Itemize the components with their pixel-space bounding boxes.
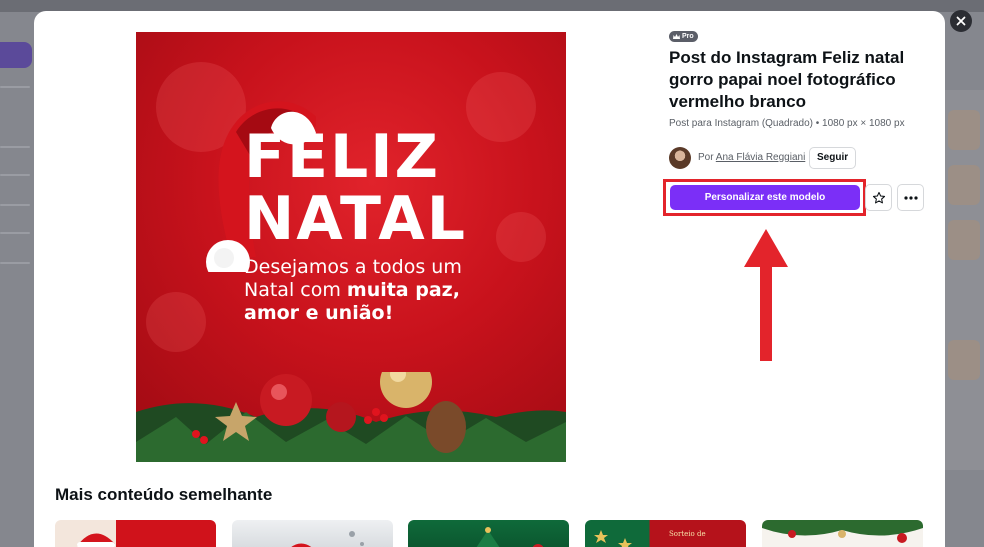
- preview-message-bold-1: muita paz,: [346, 279, 460, 301]
- more-horizontal-icon: [903, 195, 918, 200]
- template-modal: FELIZ NATAL Desejamos a todos um Natal c…: [34, 11, 945, 547]
- more-options-button[interactable]: [897, 184, 924, 211]
- santa-illustration: [291, 531, 364, 547]
- star-decoration-illustration: [594, 530, 632, 547]
- template-title: Post do Instagram Feliz natal gorro papa…: [669, 48, 905, 111]
- background-sidebar-line: [0, 86, 30, 88]
- crown-icon: [673, 33, 680, 39]
- preview-headline-2: NATAL: [244, 184, 467, 254]
- background-sidebar-line: [0, 146, 30, 148]
- background-thumb: [948, 340, 980, 380]
- template-subtitle: Post para Instagram (Quadrado) • 1080 px…: [669, 118, 905, 129]
- similar-thumb-1[interactable]: [55, 520, 216, 547]
- similar-thumb-4-text: Sorteio de: [669, 530, 706, 538]
- favorite-button[interactable]: [865, 184, 892, 211]
- author-byline: Por Ana Flávia Reggiani: [698, 152, 805, 164]
- background-sidebar-line: [0, 174, 30, 176]
- background-thumb: [948, 165, 980, 205]
- author-prefix: Por: [698, 152, 714, 163]
- background-right-panel: [944, 90, 984, 470]
- close-icon: [956, 16, 966, 26]
- bokeh-light: [146, 292, 206, 352]
- similar-thumb-2[interactable]: [232, 520, 393, 547]
- christmas-tree-illustration: [476, 527, 544, 547]
- pro-badge: Pro: [669, 31, 698, 42]
- up-arrow-annotation-icon: [744, 229, 788, 361]
- bokeh-light: [466, 72, 536, 142]
- wreath-illustration: [762, 520, 923, 543]
- author-link[interactable]: Ana Flávia Reggiani: [716, 152, 806, 163]
- star-icon: [872, 191, 885, 203]
- template-preview-image[interactable]: FELIZ NATAL Desejamos a todos um Natal c…: [136, 32, 566, 462]
- preview-headline-1: FELIZ: [244, 122, 441, 192]
- pro-badge-label: Pro: [682, 33, 694, 40]
- background-sidebar-pill: [0, 42, 32, 68]
- background-sidebar-line: [0, 204, 30, 206]
- similar-thumb-5[interactable]: [762, 520, 923, 547]
- background-thumb: [948, 110, 980, 150]
- christmas-decorations-illustration: [136, 372, 566, 462]
- santa-illustration: [77, 533, 115, 547]
- similar-thumb-3[interactable]: [408, 520, 569, 547]
- bokeh-light: [496, 212, 546, 262]
- preview-message-bold-2: amor e união!: [244, 302, 394, 324]
- follow-button[interactable]: Seguir: [809, 147, 857, 169]
- background-sidebar-line: [0, 262, 30, 264]
- similar-content-heading: Mais conteúdo semelhante: [55, 485, 273, 504]
- customize-template-button[interactable]: Personalizar este modelo: [670, 185, 860, 210]
- author-avatar[interactable]: [669, 147, 691, 169]
- background-sidebar-line: [0, 232, 30, 234]
- similar-thumb-4[interactable]: Sorteio de: [585, 520, 746, 547]
- close-button[interactable]: [950, 10, 972, 32]
- background-thumb: [948, 220, 980, 260]
- preview-message: Desejamos a todos um Natal com muita paz…: [244, 256, 494, 325]
